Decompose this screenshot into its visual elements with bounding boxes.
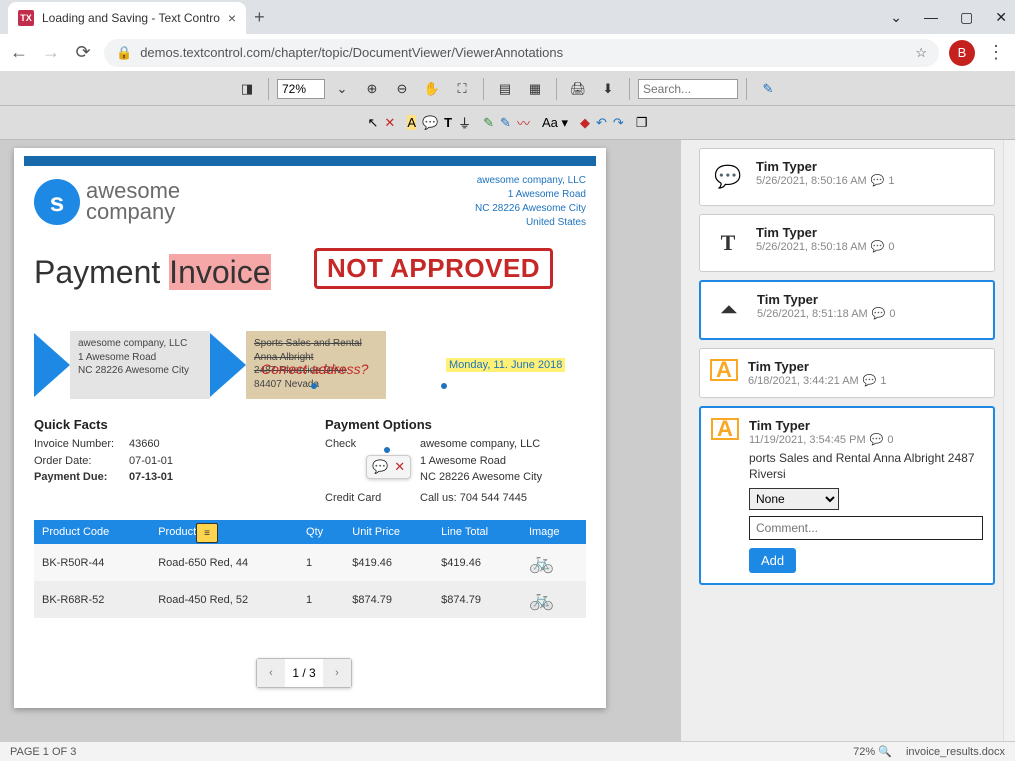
url-text: demos.textcontrol.com/chapter/topic/Docu…: [140, 45, 563, 60]
close-icon[interactable]: ✕: [995, 9, 1007, 26]
back-button[interactable]: ←: [8, 42, 30, 63]
annotation-item[interactable]: A Tim Typer 6/18/2021, 3:44:21 AM 💬 1: [699, 348, 995, 398]
select-tool-icon[interactable]: ↖: [368, 115, 379, 131]
comment-icon: 💬: [710, 159, 746, 195]
pen-tool-icon[interactable]: ✎: [483, 115, 494, 131]
reload-button[interactable]: ⟳: [72, 42, 94, 63]
highlight-invoice[interactable]: Invoice: [169, 254, 270, 290]
annotation-item[interactable]: T Tim Typer 5/26/2021, 8:50:18 AM 💬 0: [699, 214, 995, 272]
selection-delete-icon[interactable]: ✕: [394, 459, 405, 475]
grid-page-icon[interactable]: ▦: [522, 76, 548, 102]
bike-icon: 🚲: [521, 544, 586, 581]
menu-icon[interactable]: ⋮: [985, 42, 1007, 63]
status-select[interactable]: None: [749, 488, 839, 510]
url-box[interactable]: 🔒 demos.textcontrol.com/chapter/topic/Do…: [104, 39, 939, 67]
table-row: BK-R68R-52Road-450 Red, 521$874.79$874.7…: [34, 581, 586, 618]
annotation-item-active[interactable]: ⏶ Tim Typer 5/26/2021, 8:51:18 AM 💬 0: [699, 280, 995, 340]
tab-favicon: TX: [18, 10, 34, 26]
search-input[interactable]: [638, 79, 738, 99]
next-page-button[interactable]: ›: [323, 659, 351, 687]
tab-close-icon[interactable]: ×: [228, 10, 236, 26]
undo-icon[interactable]: ↶: [596, 115, 607, 131]
window-controls: ⌄ — ▢ ✕: [890, 9, 1007, 26]
highlight-icon: A: [711, 418, 739, 440]
fit-icon[interactable]: ⛶: [449, 76, 475, 102]
comment-count-icon: 💬: [871, 174, 885, 187]
redo-icon[interactable]: ↷: [613, 115, 624, 131]
annotations-panel: 💬 Tim Typer 5/26/2021, 8:50:16 AM 💬 1 T …: [691, 140, 1003, 741]
prev-page-button[interactable]: ‹: [257, 659, 285, 687]
document-area[interactable]: s awesome company awesome company, LLC 1…: [0, 140, 681, 741]
sign-icon[interactable]: ✎: [755, 76, 781, 102]
zoom-out-icon[interactable]: ⊖: [389, 76, 415, 102]
company-logo: s: [34, 179, 80, 225]
text-tool-icon[interactable]: T: [444, 115, 452, 130]
zoom-in-icon[interactable]: ⊕: [359, 76, 385, 102]
zoom-dropdown-icon[interactable]: ⌄: [329, 76, 355, 102]
bike-icon: 🚲: [521, 581, 586, 618]
selection-comment-icon[interactable]: 💬: [372, 459, 388, 475]
bookmark-icon[interactable]: ☆: [915, 45, 927, 61]
marker-tool-icon[interactable]: ✎: [500, 115, 511, 131]
from-address: awesome company, LLC 1 Awesome Road NC 2…: [70, 331, 210, 399]
delete-tool-icon[interactable]: ✕: [384, 115, 395, 131]
stamp-icon: ⏶: [711, 292, 747, 328]
single-page-icon[interactable]: ▤: [492, 76, 518, 102]
copy-tool-icon[interactable]: ❐: [636, 115, 648, 131]
address-bar: ← → ⟳ 🔒 demos.textcontrol.com/chapter/to…: [0, 34, 1015, 72]
table-row: BK-R50R-44Road-650 Red, 441$419.46$419.4…: [34, 544, 586, 581]
highlight-icon: A: [710, 359, 738, 381]
doc-scrollbar[interactable]: [681, 140, 691, 741]
forward-button[interactable]: →: [40, 42, 62, 63]
not-approved-stamp[interactable]: NOT APPROVED: [314, 248, 553, 289]
company-name: awesome company: [86, 181, 180, 223]
annotation-toolbar: ↖ ✕ A 💬 T ⏚ ✎ ✎ 〰 Aa ▾ ◆ ↶ ↷ ❐: [0, 106, 1015, 140]
text-icon: T: [710, 225, 746, 261]
product-table: Product Code Product Qty Unit Price Line…: [34, 520, 586, 618]
add-button[interactable]: Add: [749, 548, 796, 573]
maximize-icon[interactable]: ▢: [960, 9, 973, 26]
status-bar: PAGE 1 OF 3 72% 🔍 invoice_results.docx: [0, 741, 1015, 761]
document-page: s awesome company awesome company, LLC 1…: [14, 148, 606, 708]
selection-toolbar: 💬 ✕: [366, 455, 411, 479]
correct-address-annotation[interactable]: Correct address?: [261, 361, 368, 377]
filename-status: invoice_results.docx: [906, 746, 1005, 758]
viewer: ◨ ⌄ ⊕ ⊖ ✋ ⛶ ▤ ▦ 🖨 ⬇ ✎ ↖ ✕ A 💬 T ⏚ ✎ ✎ 〰 …: [0, 72, 1015, 741]
minimize-icon[interactable]: —: [924, 9, 938, 26]
annotation-detail: A Tim Typer 11/19/2021, 3:54:45 PM 💬 0 p…: [699, 406, 995, 585]
selection-box[interactable]: [314, 386, 444, 450]
browser-titlebar: TX Loading and Saving - Text Contro × + …: [0, 0, 1015, 34]
panel-scrollbar[interactable]: [1003, 140, 1015, 741]
print-icon[interactable]: 🖨: [565, 76, 591, 102]
quick-facts-title: Quick Facts: [34, 417, 295, 432]
font-tool[interactable]: Aa ▾: [542, 115, 568, 131]
sticky-note-icon[interactable]: ≡: [196, 523, 218, 543]
stamp-tool-icon[interactable]: ⏚: [458, 113, 471, 132]
annotation-detail-text: ports Sales and Rental Anna Albright 248…: [749, 450, 983, 482]
viewer-toolbar-1: ◨ ⌄ ⊕ ⊖ ✋ ⛶ ▤ ▦ 🖨 ⬇ ✎: [0, 72, 1015, 106]
eraser-tool-icon[interactable]: ◆: [580, 115, 590, 131]
zoom-status: 72% 🔍: [853, 745, 892, 758]
chevron-down-icon[interactable]: ⌄: [890, 9, 902, 26]
new-tab-button[interactable]: +: [254, 7, 265, 28]
download-icon[interactable]: ⬇: [595, 76, 621, 102]
zoom-input[interactable]: [277, 79, 325, 99]
tab-title: Loading and Saving - Text Contro: [42, 11, 220, 25]
page-status: PAGE 1 OF 3: [10, 746, 76, 758]
company-address: awesome company, LLC 1 Awesome Road NC 2…: [475, 174, 586, 230]
lock-icon: 🔒: [116, 45, 132, 61]
pan-icon[interactable]: ✋: [419, 76, 445, 102]
page-navigator: ‹ ›: [256, 658, 352, 688]
page-input[interactable]: [285, 660, 323, 686]
comment-input[interactable]: [749, 516, 983, 540]
date-highlight[interactable]: Monday, 11. June 2018: [446, 358, 565, 372]
note-tool-icon[interactable]: 💬: [422, 115, 438, 131]
annotation-item[interactable]: 💬 Tim Typer 5/26/2021, 8:50:16 AM 💬 1: [699, 148, 995, 206]
content-split: s awesome company awesome company, LLC 1…: [0, 140, 1015, 741]
highlight-tool-icon[interactable]: A: [407, 115, 416, 130]
freehand-tool-icon[interactable]: 〰: [517, 113, 530, 132]
sidebar-toggle-icon[interactable]: ◨: [234, 76, 260, 102]
browser-tab[interactable]: TX Loading and Saving - Text Contro ×: [8, 2, 246, 34]
profile-avatar[interactable]: B: [949, 40, 975, 66]
